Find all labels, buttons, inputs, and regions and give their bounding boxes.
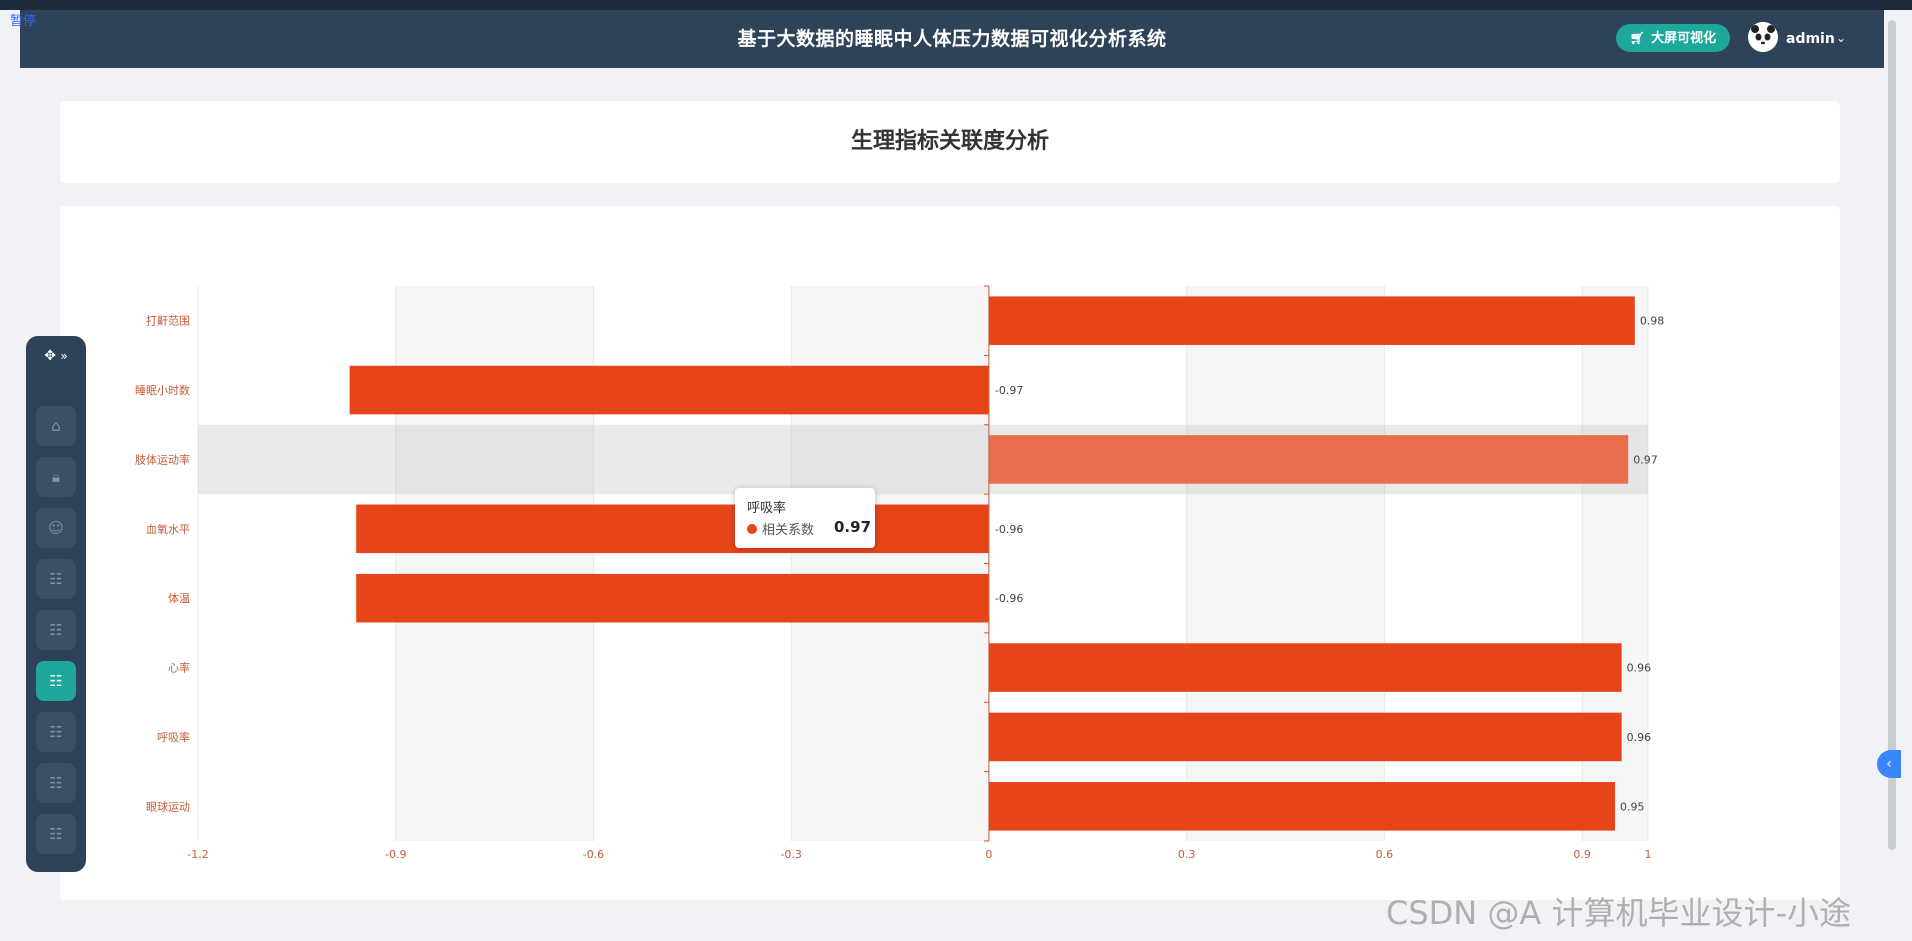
x-tick-label: 0.6 [1376,848,1394,861]
category-label: 眼球运动 [146,799,190,813]
data-label: -0.96 [995,523,1023,536]
sidebar-item-3[interactable]: ☺ [36,508,76,548]
bar [356,573,989,623]
x-tick-label: 0.3 [1178,848,1196,861]
expand-icon[interactable]: » [60,349,67,363]
tooltip-value: 0.97 [834,518,872,536]
bar [356,504,989,554]
sidebar-item-2[interactable]: 🔒︎ [36,457,76,497]
data-label: -0.97 [995,384,1023,397]
watermark: CSDN @A 计算机毕业设计-小途 [1386,894,1852,932]
bar [988,296,1635,345]
sidebar-item-1[interactable]: ⌂ [36,406,76,446]
sidebar-item-4[interactable]: ☷ [36,559,76,599]
x-tick-label: 1 [1645,848,1652,861]
grid-icon: ☷ [49,774,63,792]
category-label: 打鼾范围 [146,314,190,328]
category-label: 呼吸率 [157,730,190,744]
bar [988,712,1622,762]
category-label: 肢体运动率 [135,452,190,466]
x-tick-label: 0.9 [1573,848,1591,861]
floating-sidebar: ✥ » ⌂ 🔒︎ ☺ ☷ ☷ ☷ ☷ ☷ ☷ [26,336,86,872]
x-tick-label: -1.2 [187,848,208,861]
data-label: 0.98 [1640,315,1665,328]
grid-icon: ☷ [49,672,63,690]
pause-label[interactable]: 暂停 [10,10,36,29]
category-label: 体温 [168,591,190,605]
user-icon: ☺ [48,519,64,537]
tooltip-title: 呼吸率 [747,501,787,516]
x-tick-label: -0.9 [385,848,406,861]
bar [349,365,989,415]
data-label: 0.96 [1627,731,1652,744]
bar [988,643,1622,692]
data-label: 0.95 [1620,800,1645,813]
grid-icon: ☷ [49,825,63,843]
grid-icon: ☷ [49,570,63,588]
sidebar-item-7[interactable]: ☷ [36,712,76,752]
x-tick-label: 0 [985,848,992,861]
bar [988,782,1616,831]
x-tick-label: -0.3 [780,848,801,861]
grid-icon: ☷ [49,723,63,741]
sidebar-item-9[interactable]: ☷ [36,814,76,854]
tooltip-series-label: 相关系数 [762,523,815,538]
category-label: 睡眠小时数 [135,384,190,397]
sidebar-header: ✥ » [26,348,86,370]
lock-icon: 🔒︎ [52,468,60,486]
data-label: 0.97 [1633,453,1658,466]
sidebar-item-5[interactable]: ☷ [36,610,76,650]
sidebar-item-8[interactable]: ☷ [36,763,76,803]
sidebar-item-6[interactable]: ☷ [36,661,76,701]
data-label: -0.96 [995,592,1023,605]
grid-icon: ☷ [49,621,63,639]
data-label: 0.96 [1627,662,1652,675]
correlation-bar-chart: 0.98 打鼾范围 -0.97 睡眠小时数 0.97 肢体运动率 -0.96 血氧水平 -0.9… [135,285,1665,861]
series-dot-icon [747,524,757,534]
chart-tooltip: 呼吸率 相关系数 0.97 [735,488,875,548]
move-icon[interactable]: ✥ [44,348,56,364]
category-label: 血氧水平 [146,522,190,536]
category-label: 心率 [168,661,190,675]
home-icon: ⌂ [51,417,61,435]
bar [988,435,1629,484]
x-tick-label: -0.6 [583,848,604,861]
